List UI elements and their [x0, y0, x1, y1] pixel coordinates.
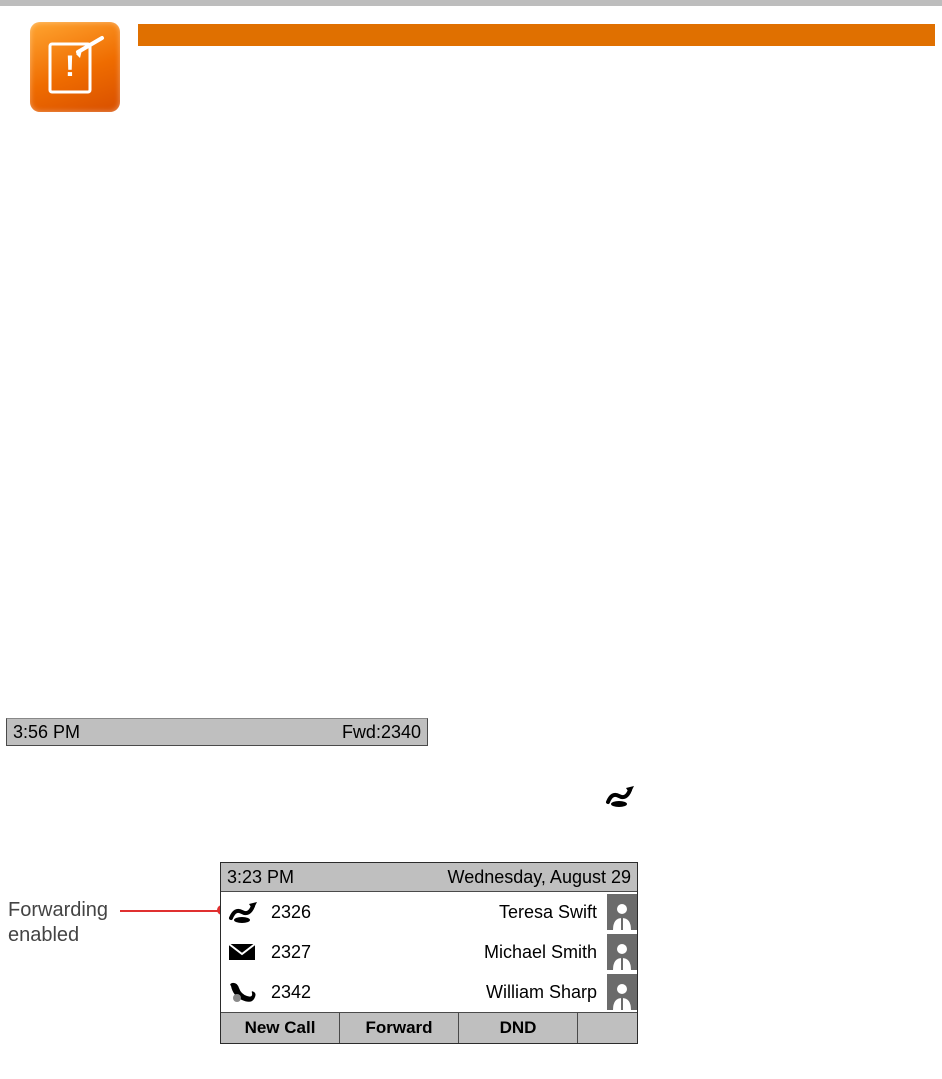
- phone-status-bar-1: 3:56 PM Fwd:2340: [6, 718, 428, 746]
- date-label: Wednesday, August 29: [448, 867, 631, 888]
- annotation-line2: enabled: [8, 923, 108, 948]
- contact-name-label: Teresa Swift: [499, 902, 597, 923]
- svg-text:!: !: [65, 50, 75, 83]
- line-row[interactable]: 2326 Teresa Swift: [221, 892, 637, 932]
- contact-name-label: Michael Smith: [484, 942, 597, 963]
- forward-enabled-icon: [604, 784, 634, 808]
- page-top-rule: [0, 0, 942, 6]
- voicemail-icon: [227, 940, 257, 964]
- softkey-new-call[interactable]: New Call: [221, 1013, 340, 1043]
- phone-screen: 3:23 PM Wednesday, August 29 2326 Teresa…: [220, 862, 638, 1044]
- extension-label: 2327: [271, 942, 311, 963]
- softkey-bar: New Call Forward DND: [221, 1012, 637, 1043]
- time-label: 3:23 PM: [227, 867, 294, 888]
- softkey-empty[interactable]: [578, 1013, 637, 1043]
- extension-label: 2326: [271, 902, 311, 923]
- missed-call-icon: [227, 980, 257, 1004]
- extension-label: 2342: [271, 982, 311, 1003]
- note-badge-icon: !: [30, 22, 120, 112]
- line-row[interactable]: 2342 William Sharp: [221, 972, 637, 1012]
- avatar-icon: [607, 934, 637, 970]
- avatar-icon: [607, 974, 637, 1010]
- time-label: 3:56 PM: [13, 722, 80, 743]
- line-row[interactable]: 2327 Michael Smith: [221, 932, 637, 972]
- note-heading-bar: [138, 24, 935, 46]
- forward-enabled-icon: [227, 900, 257, 924]
- forward-status-label: Fwd:2340: [342, 722, 421, 743]
- softkey-dnd[interactable]: DND: [459, 1013, 578, 1043]
- softkey-forward[interactable]: Forward: [340, 1013, 459, 1043]
- contact-name-label: William Sharp: [486, 982, 597, 1003]
- annotation-label: Forwarding enabled: [8, 898, 108, 948]
- annotation-line1: Forwarding: [8, 898, 108, 923]
- phone-status-bar-2: 3:23 PM Wednesday, August 29: [221, 863, 637, 892]
- avatar-icon: [607, 894, 637, 930]
- annotation-leader-line: [120, 910, 220, 912]
